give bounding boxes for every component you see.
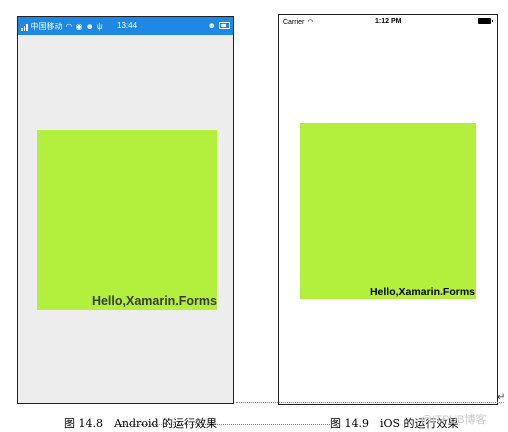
ios-carrier: Carrier [283,18,305,26]
shield-icon: ◉ [75,22,83,31]
android-hello-label: Hello,Xamarin.Forms [91,294,217,308]
wifi-icon: ◠ [307,19,314,26]
dotted-divider [236,402,504,403]
watermark: @ITPUB博客 [421,414,487,426]
usb-icon: ψ [96,22,103,31]
battery-icon [219,22,230,29]
ios-hello-label: Hello,Xamarin.Forms [369,286,475,298]
caption-android: 图 14.8 Android 的运行效果 [64,417,217,430]
android-status-bar: 中国移动 ◠ ◉ ☻ ψ 13:44 ☻ [18,17,233,35]
notification-icon: ☻ [85,22,94,31]
signal-icon [21,23,28,31]
android-green-box: Hello,Xamarin.Forms [37,130,217,310]
battery-icon [478,18,493,24]
ios-screenshot: Carrier ◠ 1:12 PM Hello,Xamarin.Forms [278,14,498,405]
ios-green-box: Hello,Xamarin.Forms [300,123,476,299]
ios-status-bar: Carrier ◠ 1:12 PM [279,15,497,29]
ios-time: 1:12 PM [375,18,402,25]
android-time: 13:44 [117,21,138,30]
wifi-icon: ◠ [65,21,73,31]
alarm-icon: ☻ [207,21,216,30]
android-carrier: 中国移动 [30,22,63,31]
android-screenshot: 中国移动 ◠ ◉ ☻ ψ 13:44 ☻ Hello,Xamarin.Forms [17,16,234,404]
